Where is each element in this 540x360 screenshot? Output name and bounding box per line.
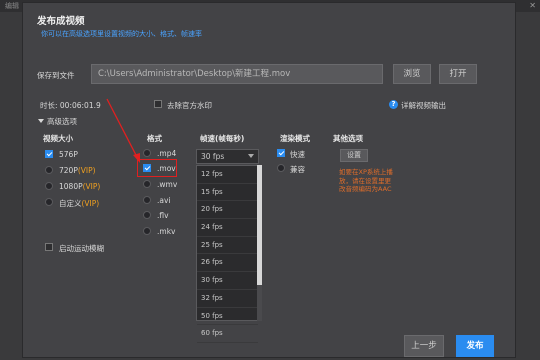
settings-button[interactable]: 设置 — [340, 149, 368, 162]
size-custom-label: 自定义(VIP) — [59, 199, 100, 208]
fps-option[interactable]: 32 fps — [197, 290, 258, 308]
size-custom-radio[interactable] — [45, 198, 53, 206]
save-to-label: 保存到文件 — [37, 71, 75, 80]
format-mkv-radio[interactable] — [143, 227, 151, 235]
fps-option[interactable]: 25 fps — [197, 237, 258, 255]
format-mp4-radio[interactable] — [143, 149, 151, 157]
chevron-down-icon[interactable] — [38, 119, 44, 123]
prev-step-button[interactable]: 上一步 — [404, 335, 444, 357]
background-title: 编辑 — [5, 2, 19, 10]
size-1080p-radio[interactable] — [45, 182, 53, 190]
format-flv-radio[interactable] — [143, 211, 151, 219]
format-mkv-label: .mkv — [157, 227, 176, 236]
render-compat-radio[interactable] — [277, 164, 285, 172]
fps-option[interactable]: 30 fps — [197, 272, 258, 290]
duration-label: 时长: 00:06:01.9 — [40, 101, 101, 110]
fps-option[interactable]: 60 fps — [197, 325, 258, 343]
format-mp4-label: .mp4 — [157, 149, 177, 158]
help-icon[interactable]: ? — [389, 100, 398, 109]
fps-selected-value: 30 fps — [201, 152, 225, 161]
fps-option[interactable]: 24 fps — [197, 219, 258, 237]
fps-option[interactable]: 50 fps — [197, 308, 258, 326]
video-size-header: 视频大小 — [43, 134, 73, 143]
fps-option[interactable]: 12 fps — [197, 166, 258, 184]
format-avi-label: .avi — [157, 196, 171, 205]
fps-dropdown-list: 12 fps 15 fps 20 fps 24 fps 25 fps 26 fp… — [196, 165, 259, 343]
chevron-down-icon — [248, 154, 254, 158]
remove-watermark-checkbox[interactable] — [154, 100, 162, 108]
fps-select[interactable]: 30 fps — [196, 149, 259, 164]
fps-header: 帧速(帧每秒) — [200, 134, 245, 143]
motion-blur-checkbox[interactable] — [45, 243, 53, 251]
format-header: 格式 — [147, 134, 162, 143]
format-avi-radio[interactable] — [143, 196, 151, 204]
remove-watermark-label: 去除官方水印 — [167, 101, 212, 110]
advanced-options-toggle[interactable]: 高级选项 — [47, 116, 77, 127]
motion-blur-label: 启动运动模糊 — [59, 244, 104, 253]
close-icon[interactable]: ✕ — [529, 1, 536, 10]
size-720p-label: 720P(VIP) — [59, 166, 96, 175]
annotation-arrow-icon — [106, 98, 140, 163]
format-wmv-radio[interactable] — [143, 180, 151, 188]
publish-dialog: 发布成视频 你可以在高级选项里设置视频的大小、格式、帧速率 保存到文件 C:\U… — [22, 2, 516, 358]
fps-option[interactable]: 26 fps — [197, 254, 258, 273]
publish-button[interactable]: 发布 — [456, 335, 494, 357]
format-wmv-label: .wmv — [157, 180, 178, 189]
fps-option[interactable]: 15 fps — [197, 184, 258, 202]
dialog-title: 发布成视频 — [37, 16, 85, 27]
size-1080p-label: 1080P(VIP) — [59, 182, 101, 191]
save-path-input[interactable]: C:\Users\Administrator\Desktop\新建工程.mov — [91, 64, 383, 84]
render-compat-label: 兼容 — [290, 165, 305, 174]
render-mode-header: 渲染模式 — [280, 134, 310, 143]
xp-warning-text: 如要在XP系统上播放，请在设置里更改音频编码为AAC — [339, 168, 393, 193]
browse-button[interactable]: 浏览 — [393, 64, 431, 84]
fps-scrollbar-thumb[interactable] — [257, 165, 262, 285]
format-flv-label: .flv — [157, 211, 169, 220]
open-button[interactable]: 打开 — [439, 64, 477, 84]
dialog-subtitle: 你可以在高级选项里设置视频的大小、格式、帧速率 — [41, 30, 202, 38]
size-576p-checkbox[interactable] — [45, 150, 53, 158]
size-720p-radio[interactable] — [45, 166, 53, 174]
mov-highlight-box — [137, 159, 177, 177]
fps-scrollbar[interactable] — [257, 165, 262, 321]
render-fast-checkbox[interactable] — [277, 149, 285, 157]
other-options-header: 其他选项 — [333, 134, 363, 143]
fps-option[interactable]: 20 fps — [197, 201, 258, 220]
size-576p-label: 576P — [59, 150, 78, 159]
details-link[interactable]: 详解视频输出 — [401, 100, 446, 111]
render-fast-label: 快速 — [290, 150, 305, 159]
